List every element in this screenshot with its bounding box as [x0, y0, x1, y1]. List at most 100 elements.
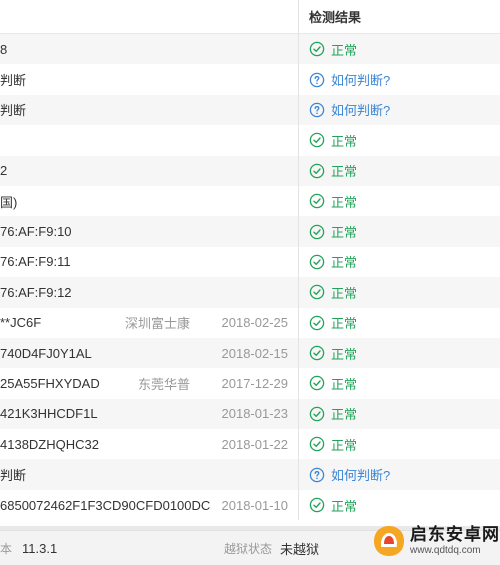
result-normal: 正常 [298, 155, 500, 186]
result-text: 正常 [331, 437, 358, 453]
table-row: 4138DZHQHC32 2018-01-22 正常 [0, 429, 500, 460]
result-how-to-judge-link[interactable]: 如何判断? [298, 64, 500, 95]
table-row: 76:AF:F9:12 正常 [0, 277, 500, 308]
result-text: 正常 [331, 316, 358, 332]
question-circle-icon [309, 72, 325, 88]
watermark-url: www.qdtdq.com [410, 545, 481, 556]
value-cell: 8 [0, 34, 298, 64]
row-date: 2018-01-10 [221, 497, 289, 513]
check-circle-icon [309, 497, 325, 513]
question-circle-icon [309, 467, 325, 483]
check-circle-icon [309, 436, 325, 452]
result-text: 正常 [331, 346, 358, 362]
value-cell: 740D4FJ0Y1AL 2018-02-15 [0, 338, 298, 368]
version-label: 本 [0, 541, 13, 556]
value-cell: 国) [0, 186, 298, 216]
row-value: 判断 [0, 468, 27, 484]
header-value-column [0, 0, 298, 33]
row-vendor: 深圳富士康 [124, 316, 190, 332]
check-circle-icon [309, 132, 325, 148]
table-row: 25A55FHXYDAD 东莞华普 2017-12-29 正常 [0, 368, 500, 399]
result-how-to-judge-link[interactable]: 如何判断? [298, 459, 500, 490]
value-cell: 6850072462F1F3CD90CFD0100DC 2018-01-10 [0, 490, 298, 520]
table-row: 判断 如何判断? [0, 64, 500, 95]
result-normal: 正常 [298, 337, 500, 369]
row-value: 25A55FHXYDAD [0, 375, 100, 391]
watermark-logo-icon [374, 526, 404, 556]
row-date: 2018-02-25 [221, 315, 289, 331]
row-value: **JC6F [0, 315, 42, 331]
row-value: 76:AF:F9:11 [0, 254, 71, 270]
result-normal: 正常 [298, 429, 500, 460]
table-row: 6850072462F1F3CD90CFD0100DC 2018-01-10 正常 [0, 489, 500, 521]
row-date: 2018-01-23 [221, 406, 289, 422]
row-date: 2017-12-29 [221, 375, 289, 391]
table-row: 判断 如何判断? [0, 459, 500, 490]
value-cell: 76:AF:F9:11 [0, 247, 298, 277]
result-text: 如何判断? [331, 103, 391, 119]
result-normal: 正常 [298, 185, 500, 217]
value-cell: 25A55FHXYDAD 东莞华普 2017-12-29 [0, 368, 298, 398]
table-row: 国) 正常 [0, 185, 500, 217]
row-value: 6850072462F1F3CD90CFD0100DC [0, 497, 211, 513]
result-text: 正常 [331, 285, 358, 301]
version-value: 11.3.1 [22, 540, 58, 556]
table-body: 8 正常 判断 如何判断? 判断 如何判断? 正常 2 正常 国) 正常 76:AF:F9:10 正常 7… [0, 34, 500, 521]
check-circle-icon [309, 41, 325, 57]
row-value: 76:AF:F9:12 [0, 284, 72, 300]
row-value: 740D4FJ0Y1AL [0, 345, 92, 361]
watermark-logo: 启东安卓网 www.qdtdq.com [372, 524, 500, 558]
value-cell: 76:AF:F9:10 [0, 216, 298, 246]
result-normal: 正常 [298, 489, 500, 521]
row-value: 4138DZHQHC32 [0, 436, 99, 452]
value-cell: 4138DZHQHC32 2018-01-22 [0, 429, 298, 459]
check-circle-icon [309, 224, 325, 240]
table-row: **JC6F 深圳富士康 2018-02-25 正常 [0, 307, 500, 338]
result-text: 正常 [331, 42, 358, 58]
table-row: 421K3HHCDF1L 2018-01-23 正常 [0, 398, 500, 430]
row-value: 2 [0, 163, 8, 179]
check-circle-icon [309, 315, 325, 331]
check-circle-icon [309, 406, 325, 422]
result-text: 如何判断? [331, 468, 391, 484]
result-normal: 正常 [298, 307, 500, 338]
result-text: 正常 [331, 164, 358, 180]
table-row: 判断 如何判断? [0, 94, 500, 126]
row-date: 2018-01-22 [221, 436, 289, 452]
result-normal: 正常 [298, 246, 500, 278]
result-text: 正常 [331, 225, 358, 241]
row-value: 8 [0, 41, 8, 57]
row-value: 判断 [0, 103, 27, 119]
check-circle-icon [309, 345, 325, 361]
check-circle-icon [309, 254, 325, 270]
result-text: 正常 [331, 255, 358, 271]
jailbreak-group: 越狱状态 未越狱 [200, 539, 319, 558]
value-cell: 421K3HHCDF1L 2018-01-23 [0, 399, 298, 429]
result-normal: 正常 [298, 216, 500, 247]
row-date: 2018-02-15 [221, 345, 289, 361]
result-text: 正常 [331, 194, 358, 210]
value-cell: 76:AF:F9:12 [0, 277, 298, 307]
table-row: 76:AF:F9:10 正常 [0, 216, 500, 247]
result-text: 正常 [331, 407, 358, 423]
result-text: 正常 [331, 133, 358, 149]
result-normal: 正常 [298, 34, 500, 65]
table-row: 76:AF:F9:11 正常 [0, 246, 500, 278]
result-normal: 正常 [298, 368, 500, 399]
row-value: 国) [0, 194, 18, 210]
check-circle-icon [309, 163, 325, 179]
value-cell: 2 [0, 156, 298, 186]
check-circle-icon [309, 193, 325, 209]
detection-table: 检测结果 8 正常 判断 如何判断? 判断 如何判断? 正常 2 正常 国) 正常 76:AF:F9:… [0, 0, 500, 526]
value-cell: 判断 [0, 64, 298, 94]
check-circle-icon [309, 284, 325, 300]
row-vendor: 东莞华普 [137, 376, 190, 392]
check-circle-icon [309, 375, 325, 391]
table-row: 740D4FJ0Y1AL 2018-02-15 正常 [0, 337, 500, 369]
result-text: 如何判断? [331, 73, 391, 89]
value-cell: 判断 [0, 459, 298, 489]
row-value: 76:AF:F9:10 [0, 224, 72, 240]
result-how-to-judge-link[interactable]: 如何判断? [298, 94, 500, 126]
result-normal: 正常 [298, 398, 500, 430]
header-result-column: 检测结果 [298, 0, 500, 33]
